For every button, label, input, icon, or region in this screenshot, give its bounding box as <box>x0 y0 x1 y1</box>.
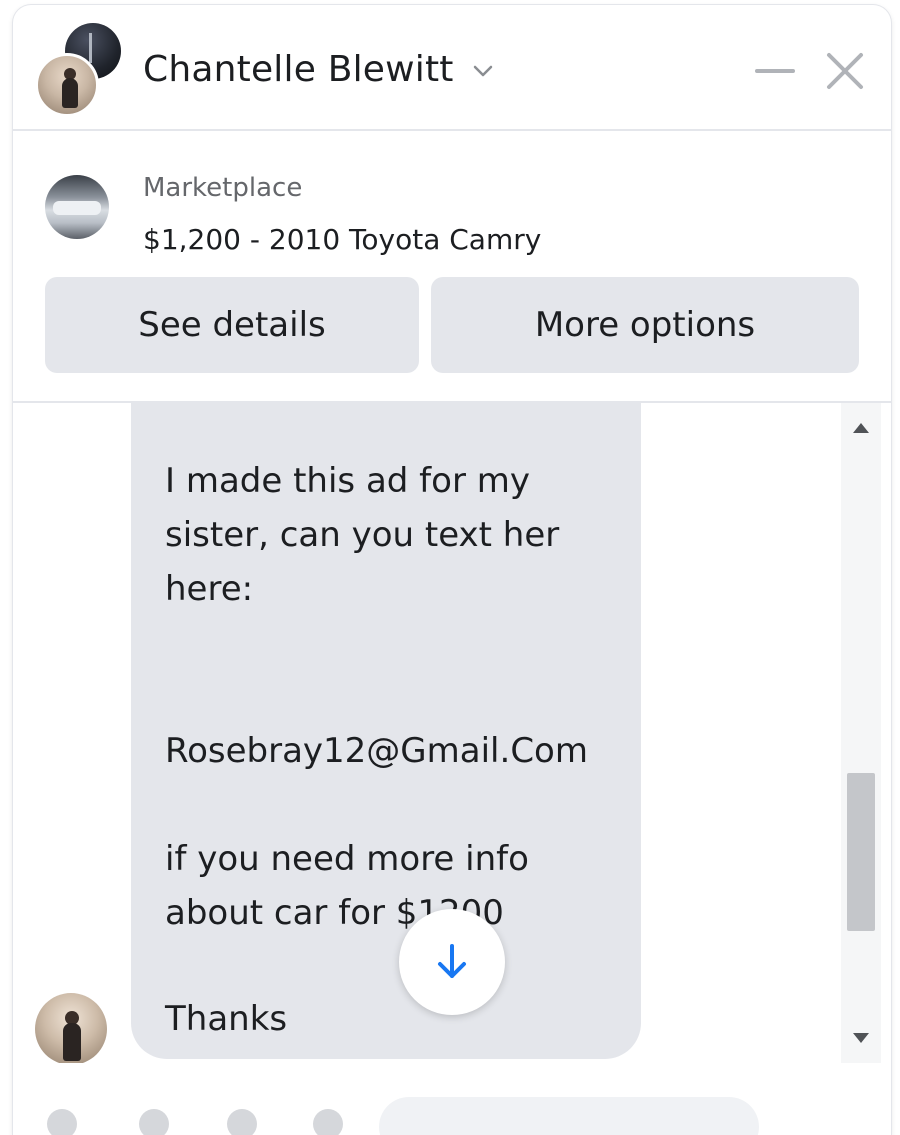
scroll-down-arrow-icon[interactable] <box>852 1031 870 1045</box>
message-input[interactable] <box>379 1097 759 1135</box>
arrow-down-icon <box>438 944 466 978</box>
scroll-up-arrow-icon[interactable] <box>852 421 870 435</box>
chat-window: Chantelle Blewitt Marketplace $1,200 - 2… <box>13 5 891 1135</box>
chat-header[interactable]: Chantelle Blewitt <box>13 5 891 131</box>
avatar-primary <box>35 53 99 117</box>
minimize-icon[interactable] <box>753 49 797 93</box>
scroll-to-bottom-button[interactable] <box>399 909 505 1015</box>
listing-thumbnail[interactable] <box>45 175 109 239</box>
message-line: here: <box>165 569 254 609</box>
composer-action-icon[interactable] <box>227 1109 257 1135</box>
contact-name[interactable]: Chantelle Blewitt <box>143 49 454 90</box>
message-email: Rosebray12@Gmail.Com <box>165 731 588 771</box>
message-line: sister, can you text her <box>165 515 560 555</box>
marketplace-listing: Marketplace $1,200 - 2010 Toyota Camry S… <box>13 131 891 403</box>
message-line: I made this ad for my <box>165 461 530 501</box>
see-details-button[interactable]: See details <box>45 277 419 373</box>
message-line: Thanks <box>165 999 288 1039</box>
message-thread[interactable]: I made this ad for my sister, can you te… <box>13 403 891 1063</box>
composer-action-icon[interactable] <box>47 1109 77 1135</box>
composer-action-icon[interactable] <box>313 1109 343 1135</box>
scrollbar[interactable] <box>841 403 881 1063</box>
scroll-thumb[interactable] <box>847 773 875 931</box>
composer-action-icon[interactable] <box>139 1109 169 1135</box>
listing-title: $1,200 - 2010 Toyota Camry <box>143 223 542 256</box>
more-options-button[interactable]: More options <box>431 277 859 373</box>
message-composer <box>13 1065 891 1135</box>
chevron-down-icon[interactable] <box>469 57 497 85</box>
listing-source: Marketplace <box>143 173 303 203</box>
group-avatar[interactable] <box>35 23 125 117</box>
sender-avatar[interactable] <box>35 993 107 1063</box>
close-icon[interactable] <box>823 49 867 93</box>
message-line: if you need more info <box>165 839 529 879</box>
